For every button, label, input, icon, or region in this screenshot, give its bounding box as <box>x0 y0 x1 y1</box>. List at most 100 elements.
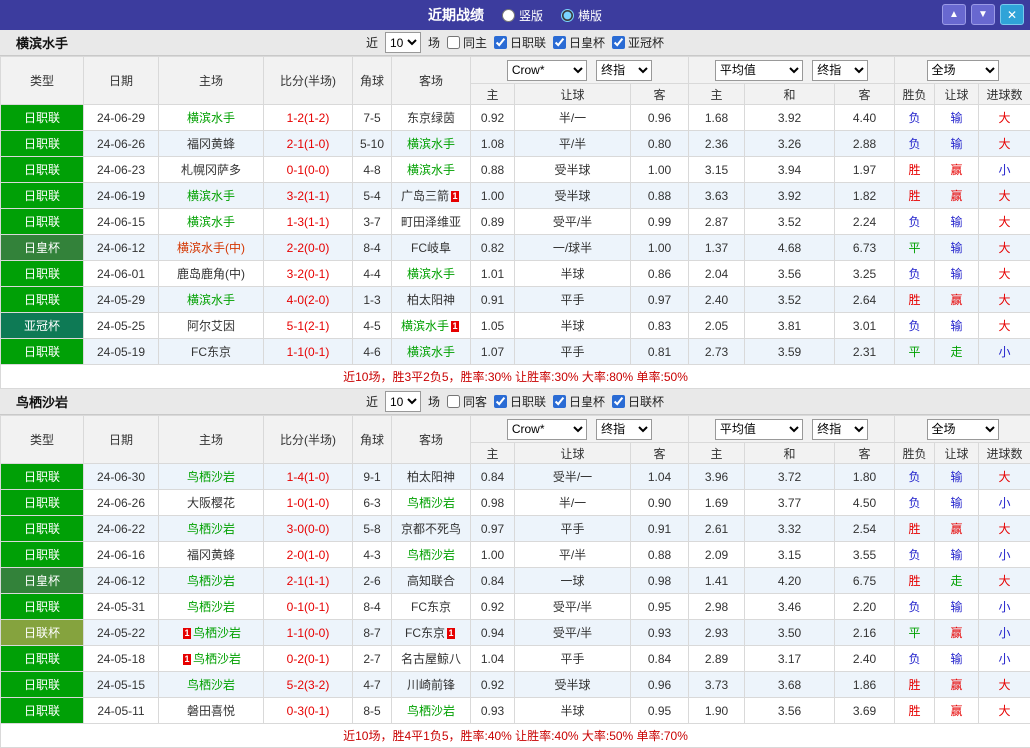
home-team-cell: FC东京 <box>159 339 264 365</box>
same-venue-filter[interactable]: 同客 <box>447 393 487 410</box>
score-cell: 5-2(3-2) <box>264 672 353 698</box>
col-header-home: 主场 <box>159 416 264 464</box>
result-cell: 负 <box>895 105 935 131</box>
avg-draw-cell: 3.50 <box>745 620 835 646</box>
corner-cell: 3-7 <box>353 209 392 235</box>
league-filter-3-checkbox[interactable] <box>612 36 625 49</box>
match-date: 24-05-31 <box>84 594 159 620</box>
col-header-away: 客场 <box>392 416 471 464</box>
avg-home-cell: 2.40 <box>689 287 745 313</box>
odds-company-select[interactable]: Crow* <box>507 60 587 81</box>
result-cell: 胜 <box>895 698 935 724</box>
league-filter-2-label: 日皇杯 <box>569 393 605 410</box>
odds-away-cell: 0.93 <box>631 620 689 646</box>
league-filter-3[interactable]: 亚冠杯 <box>612 34 664 51</box>
league-filter-2[interactable]: 日皇杯 <box>553 393 605 410</box>
result-cell: 胜 <box>895 672 935 698</box>
league-filter-2-checkbox[interactable] <box>553 395 566 408</box>
corner-cell: 5-4 <box>353 183 392 209</box>
avg-home-cell: 1.37 <box>689 235 745 261</box>
layout-radio-vertical[interactable]: 竖版 <box>502 7 543 24</box>
odds-away-cell: 0.95 <box>631 698 689 724</box>
league-filter-3[interactable]: 日联杯 <box>612 393 664 410</box>
home-team-cell: 1鸟栖沙岩 <box>159 646 264 672</box>
col-header-home: 主场 <box>159 57 264 105</box>
match-count-select[interactable]: 10 <box>385 391 421 412</box>
same-venue-checkbox[interactable] <box>447 36 460 49</box>
corner-cell: 4-8 <box>353 157 392 183</box>
avg-draw-cell: 3.52 <box>745 287 835 313</box>
layout-radio-horizontal[interactable]: 横版 <box>561 7 602 24</box>
down-arrow-icon: ▼ <box>978 10 988 20</box>
avg-final-select[interactable]: 终指 <box>812 60 868 81</box>
score-cell: 3-2(0-1) <box>264 261 353 287</box>
odds-home-cell: 0.92 <box>471 672 515 698</box>
match-row: 日职联24-05-15鸟栖沙岩5-2(3-2)4-7川崎前锋0.92受半球0.9… <box>1 672 1030 698</box>
home-team-cell: 横滨水手 <box>159 287 264 313</box>
odds-home-cell: 1.00 <box>471 183 515 209</box>
team-name-text: FC东京 <box>191 345 231 359</box>
fulltime-select[interactable]: 全场 <box>927 60 999 81</box>
odds-final-select[interactable]: 终指 <box>596 60 652 81</box>
goals-result-cell: 大 <box>979 313 1030 339</box>
avg-away-cell: 1.86 <box>835 672 895 698</box>
scroll-down-button[interactable]: ▼ <box>971 4 995 25</box>
corner-cell: 6-3 <box>353 490 392 516</box>
odds-handicap-cell: 平/半 <box>515 131 631 157</box>
league-filter-3-checkbox[interactable] <box>612 395 625 408</box>
same-venue-filter[interactable]: 同主 <box>447 34 487 51</box>
match-date: 24-06-26 <box>84 490 159 516</box>
team-name-text: 鸟栖沙岩 <box>187 574 235 588</box>
league-filter-1[interactable]: 日职联 <box>494 393 546 410</box>
match-count-select[interactable]: 10 <box>385 32 421 53</box>
col-header-away: 客场 <box>392 57 471 105</box>
league-badge: 日职联 <box>1 209 84 235</box>
odds-away-cell: 0.96 <box>631 105 689 131</box>
odds-handicap-cell: 受平/半 <box>515 209 631 235</box>
league-filter-1-checkbox[interactable] <box>494 395 507 408</box>
avg-home-cell: 2.36 <box>689 131 745 157</box>
team-name-text: 横滨水手 <box>407 267 455 281</box>
league-badge: 日职联 <box>1 339 84 365</box>
match-row: 日职联24-06-26福冈黄蜂2-1(1-0)5-10横滨水手1.08平/半0.… <box>1 131 1030 157</box>
team-name-text: 名古屋鲸八 <box>401 652 461 666</box>
league-filter-1-label: 日职联 <box>510 34 546 51</box>
league-filter-1[interactable]: 日职联 <box>494 34 546 51</box>
team-name-text: 磐田喜悦 <box>187 704 235 718</box>
odds-company-select[interactable]: Crow* <box>507 419 587 440</box>
odds-handicap-cell: 受平/半 <box>515 594 631 620</box>
close-button[interactable]: ✕ <box>1000 4 1024 25</box>
odds-home-cell: 0.84 <box>471 568 515 594</box>
avg-final-select[interactable]: 终指 <box>812 419 868 440</box>
league-filter-1-checkbox[interactable] <box>494 36 507 49</box>
average-select[interactable]: 平均值 <box>715 419 803 440</box>
average-select[interactable]: 平均值 <box>715 60 803 81</box>
league-badge: 日职联 <box>1 542 84 568</box>
away-team-cell: 鸟栖沙岩 <box>392 542 471 568</box>
team-name-text: 高知联合 <box>407 574 455 588</box>
vertical-radio-input[interactable] <box>502 9 515 22</box>
result-cell: 胜 <box>895 516 935 542</box>
odds-final-select[interactable]: 终指 <box>596 419 652 440</box>
league-badge: 日职联 <box>1 672 84 698</box>
odds-away-cell: 0.83 <box>631 313 689 339</box>
avg-draw-cell: 3.92 <box>745 183 835 209</box>
near-label: 近 <box>366 34 378 51</box>
horizontal-radio-input[interactable] <box>561 9 574 22</box>
table-body: 日职联24-06-29横滨水手1-2(1-2)7-5东京绿茵0.92半/一0.9… <box>1 105 1030 365</box>
avg-away-cell: 1.80 <box>835 464 895 490</box>
league-filter-2[interactable]: 日皇杯 <box>553 34 605 51</box>
same-venue-checkbox[interactable] <box>447 395 460 408</box>
sub-header-avg-away: 客 <box>835 84 895 105</box>
match-date: 24-06-29 <box>84 105 159 131</box>
corner-cell: 2-7 <box>353 646 392 672</box>
match-row: 日职联24-05-19FC东京1-1(0-1)4-6横滨水手1.07平手0.81… <box>1 339 1030 365</box>
league-filter-2-checkbox[interactable] <box>553 36 566 49</box>
team-name-text: 横滨水手 <box>407 345 455 359</box>
odds-home-cell: 1.05 <box>471 313 515 339</box>
fulltime-select[interactable]: 全场 <box>927 419 999 440</box>
avg-away-cell: 3.01 <box>835 313 895 339</box>
match-date: 24-06-26 <box>84 131 159 157</box>
sub-header-odds-away: 客 <box>631 443 689 464</box>
scroll-up-button[interactable]: ▲ <box>942 4 966 25</box>
